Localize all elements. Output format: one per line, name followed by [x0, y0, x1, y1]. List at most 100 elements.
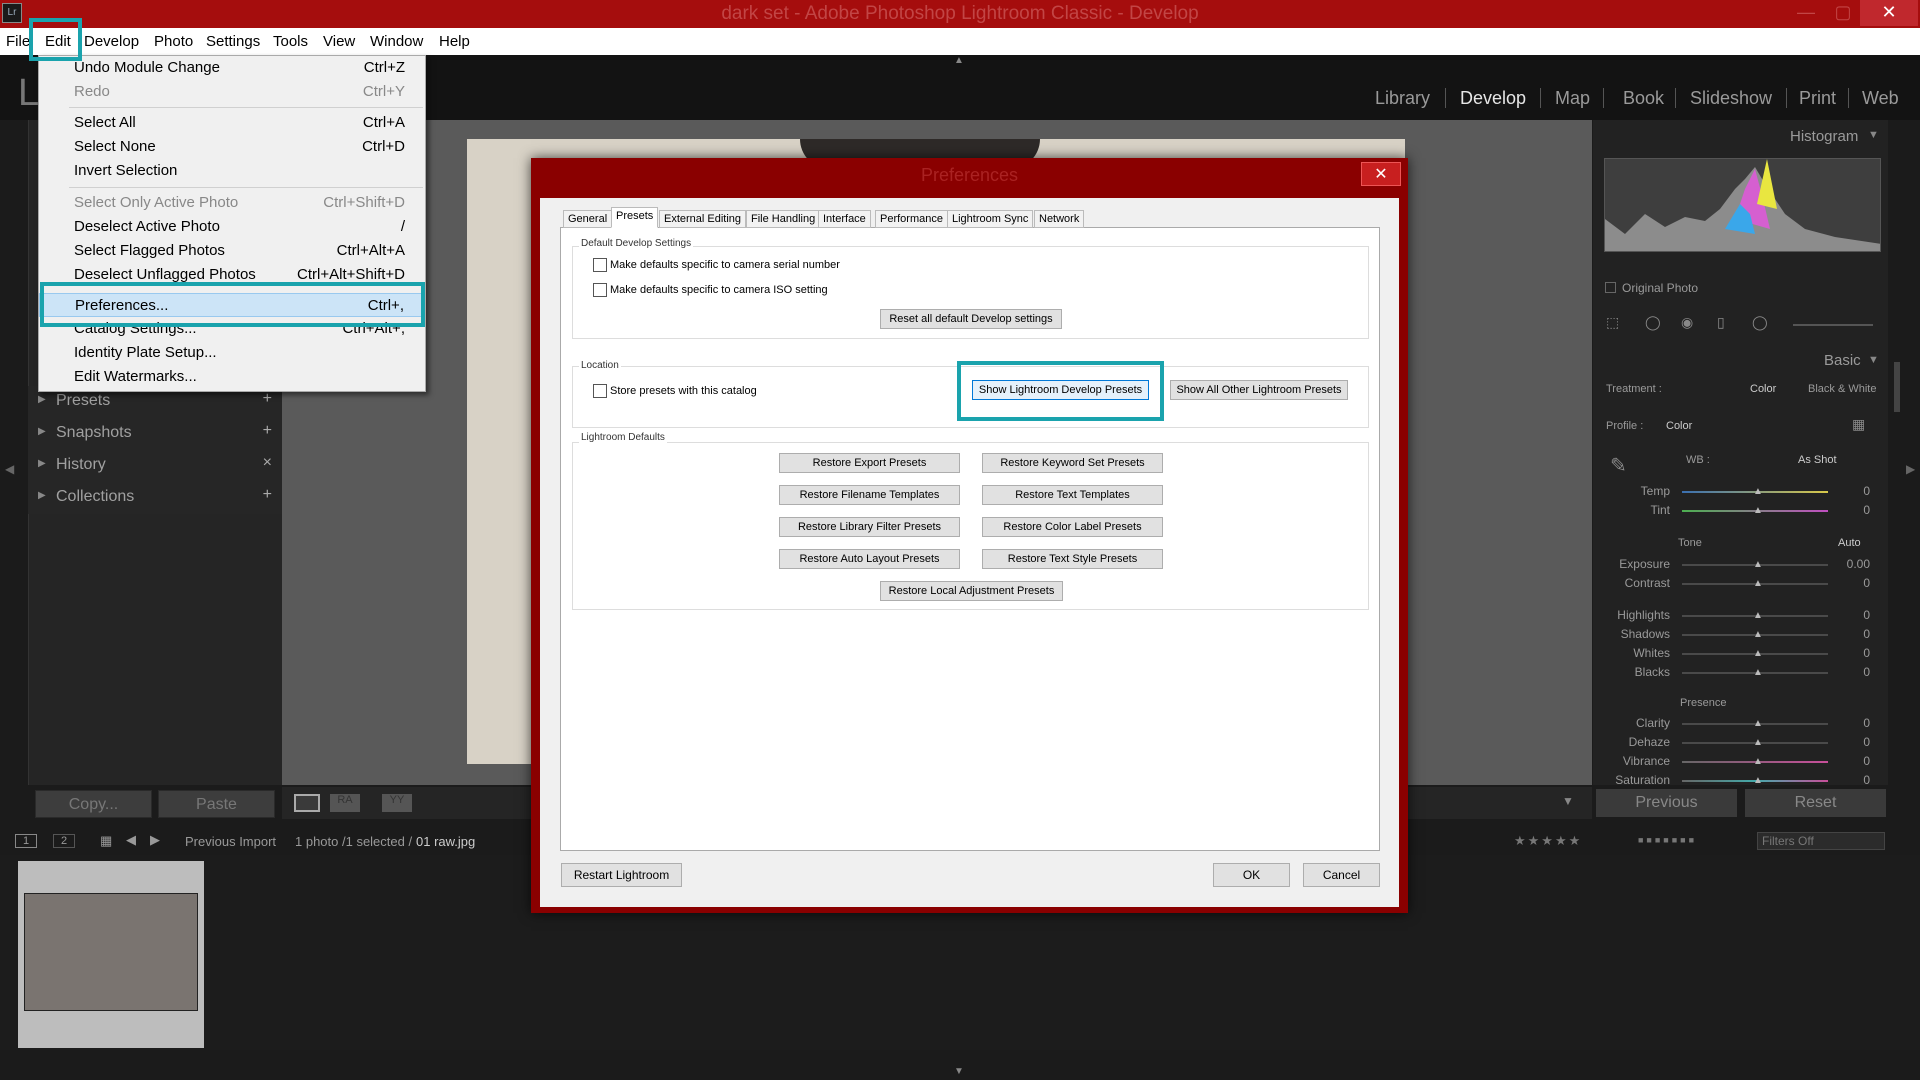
previous-button[interactable]: Previous — [1596, 789, 1737, 817]
tab-performance[interactable]: Performance — [875, 210, 948, 228]
collapse-left-panel-icon[interactable]: ◀ — [5, 462, 14, 476]
menu-item-undo[interactable]: Undo Module Change Ctrl+Z — [39, 56, 425, 80]
tab-presets[interactable]: Presets — [611, 207, 659, 228]
treatment-bw-option[interactable]: Black & White — [1808, 383, 1876, 395]
menu-item-select-none[interactable]: Select None Ctrl+D — [39, 135, 425, 159]
menu-item-edit-watermarks[interactable]: Edit Watermarks... — [39, 365, 425, 389]
slider-knob-icon[interactable]: ▲ — [1753, 718, 1763, 729]
serial-number-checkbox[interactable] — [593, 258, 607, 272]
snapshots-panel-header[interactable]: ▶ Snapshots + — [28, 418, 282, 450]
red-eye-icon[interactable]: ◉ — [1681, 314, 1693, 331]
slider-value[interactable]: 0 — [1830, 608, 1870, 622]
menu-help[interactable]: Help — [439, 33, 470, 53]
before-after-split-icon[interactable]: YY — [382, 794, 412, 812]
forward-arrow-icon[interactable]: ▶ — [150, 832, 160, 848]
collapse-top-panel-icon[interactable]: ▲ — [954, 55, 964, 66]
window-close-button[interactable]: ✕ — [1860, 0, 1918, 26]
menu-item-select-flagged[interactable]: Select Flagged Photos Ctrl+Alt+A — [39, 239, 425, 263]
show-other-presets-button[interactable]: Show All Other Lightroom Presets — [1170, 380, 1348, 400]
collections-panel-header[interactable]: ▶ Collections + — [28, 482, 282, 514]
slider-value[interactable]: 0.00 — [1830, 557, 1870, 571]
slider-value[interactable]: 0 — [1830, 646, 1870, 660]
slider-knob-icon[interactable]: ▲ — [1753, 775, 1763, 784]
restore-keyword-set-presets-button[interactable]: Restore Keyword Set Presets — [982, 453, 1163, 473]
restore-filename-templates-button[interactable]: Restore Filename Templates — [779, 485, 960, 505]
brush-slider[interactable] — [1793, 324, 1873, 326]
add-collection-icon[interactable]: + — [263, 486, 272, 504]
slider-value[interactable]: 0 — [1830, 484, 1870, 498]
slider-knob-icon[interactable]: ▲ — [1753, 629, 1763, 640]
clear-history-icon[interactable]: × — [263, 454, 272, 472]
slider-value[interactable]: 0 — [1830, 754, 1870, 768]
slider-knob-icon[interactable]: ▲ — [1753, 756, 1763, 767]
store-presets-checkbox[interactable] — [593, 384, 607, 398]
back-arrow-icon[interactable]: ◀ — [126, 832, 136, 848]
profile-dropdown[interactable]: Color — [1666, 420, 1692, 432]
collapse-triangle-icon[interactable]: ▼ — [1868, 129, 1879, 141]
menu-tools[interactable]: Tools — [273, 33, 308, 53]
add-preset-icon[interactable]: + — [263, 390, 272, 408]
slider-knob-icon[interactable]: ▲ — [1753, 737, 1763, 748]
module-print[interactable]: Print — [1799, 88, 1836, 109]
radial-filter-icon[interactable]: ◯ — [1752, 314, 1768, 331]
slider-knob-icon[interactable]: ▲ — [1753, 648, 1763, 659]
slider-knob-icon[interactable]: ▲ — [1753, 578, 1763, 589]
white-balance-selector-icon[interactable]: ✎ — [1610, 453, 1627, 478]
slider-value[interactable]: 0 — [1830, 773, 1870, 784]
auto-tone-button[interactable]: Auto — [1838, 537, 1861, 549]
tint-slider[interactable]: Tint ▲ 0 — [1600, 502, 1878, 520]
slider-value[interactable]: 0 — [1830, 503, 1870, 517]
iso-setting-checkbox[interactable] — [593, 283, 607, 297]
graduated-filter-icon[interactable]: ▯ — [1717, 314, 1725, 331]
restore-local-adjustment-presets-button[interactable]: Restore Local Adjustment Presets — [880, 581, 1063, 601]
filename-dropdown[interactable]: 01 raw.jpg — [416, 834, 475, 849]
slider-value[interactable]: 0 — [1830, 735, 1870, 749]
dialog-close-button[interactable]: ✕ — [1361, 162, 1401, 186]
restore-auto-layout-presets-button[interactable]: Restore Auto Layout Presets — [779, 549, 960, 569]
treatment-color-option[interactable]: Color — [1750, 383, 1776, 395]
module-slideshow[interactable]: Slideshow — [1690, 88, 1772, 109]
slider-value[interactable]: 0 — [1830, 576, 1870, 590]
tab-external-editing[interactable]: External Editing — [659, 210, 747, 228]
restore-library-filter-presets-button[interactable]: Restore Library Filter Presets — [779, 517, 960, 537]
menu-item-invert-selection[interactable]: Invert Selection — [39, 159, 425, 183]
right-panel-scrollbar[interactable] — [1894, 362, 1900, 412]
restart-lightroom-button[interactable]: Restart Lightroom — [561, 863, 682, 887]
menu-develop[interactable]: Develop — [84, 33, 139, 53]
profile-browser-icon[interactable]: ▦ — [1852, 416, 1865, 433]
clarity-slider[interactable]: Clarity ▲ 0 — [1600, 715, 1878, 733]
history-panel-header[interactable]: ▶ History × — [28, 450, 282, 482]
module-develop[interactable]: Develop — [1460, 88, 1526, 109]
main-window-button[interactable]: 1 — [15, 834, 38, 848]
menu-photo[interactable]: Photo — [154, 33, 193, 53]
cancel-button[interactable]: Cancel — [1303, 863, 1380, 887]
module-web[interactable]: Web — [1862, 88, 1899, 109]
add-snapshot-icon[interactable]: + — [263, 422, 272, 440]
copy-settings-button[interactable]: Copy... — [35, 790, 152, 818]
reset-button[interactable]: Reset — [1745, 789, 1886, 817]
menu-item-select-all[interactable]: Select All Ctrl+A — [39, 111, 425, 135]
slider-value[interactable]: 0 — [1830, 716, 1870, 730]
tab-network[interactable]: Network — [1034, 210, 1085, 228]
slider-value[interactable]: 0 — [1830, 665, 1870, 679]
menu-item-deselect-active[interactable]: Deselect Active Photo / — [39, 215, 425, 239]
exposure-slider[interactable]: Exposure ▲ 0.00 — [1600, 556, 1878, 574]
menu-window[interactable]: Window — [370, 33, 423, 53]
slider-knob-icon[interactable]: ▲ — [1753, 505, 1763, 516]
ok-button[interactable]: OK — [1213, 863, 1290, 887]
photo-thumbnail[interactable] — [24, 893, 198, 1011]
filmstrip-source[interactable]: Previous Import — [185, 834, 276, 849]
collapse-filmstrip-icon[interactable]: ▼ — [954, 1066, 964, 1077]
slider-knob-icon[interactable]: ▲ — [1753, 667, 1763, 678]
dehaze-slider[interactable]: Dehaze ▲ 0 — [1600, 734, 1878, 752]
slider-knob-icon[interactable]: ▲ — [1753, 610, 1763, 621]
histogram-header[interactable]: Histogram — [1790, 128, 1858, 145]
vibrance-slider[interactable]: Vibrance ▲ 0 — [1600, 753, 1878, 771]
slider-knob-icon[interactable]: ▲ — [1753, 559, 1763, 570]
before-after-icon[interactable]: RA — [330, 794, 360, 812]
color-label-filter[interactable]: ■■■■■■■ — [1638, 835, 1697, 845]
reset-develop-settings-button[interactable]: Reset all default Develop settings — [880, 309, 1062, 329]
slider-value[interactable]: 0 — [1830, 627, 1870, 641]
restore-color-label-presets-button[interactable]: Restore Color Label Presets — [982, 517, 1163, 537]
menu-file[interactable]: File — [6, 33, 30, 53]
